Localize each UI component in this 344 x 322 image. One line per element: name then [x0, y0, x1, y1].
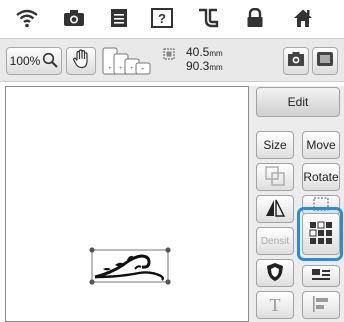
pattern-height-value: 90.3: [186, 59, 210, 73]
align-button[interactable]: [302, 291, 340, 319]
svg-text:?: ?: [158, 11, 166, 26]
rotate-button[interactable]: Rotate: [302, 163, 340, 191]
pattern-size-icon: [162, 47, 176, 66]
pattern-width-value: 40.5: [186, 45, 210, 59]
pattern-size-readout: 40.5mm 90.3mm: [186, 46, 246, 74]
density-button[interactable]: Densit: [256, 227, 294, 255]
text-button[interactable]: T: [256, 291, 294, 319]
svg-text:+: +: [141, 67, 145, 73]
move-label: Move: [306, 138, 336, 152]
height-unit: mm: [209, 63, 223, 72]
group-button[interactable]: [256, 163, 294, 191]
home-icon[interactable]: [291, 6, 315, 30]
document-icon[interactable]: [107, 6, 131, 30]
camera-icon[interactable]: [62, 6, 86, 30]
shield-icon: [265, 262, 285, 285]
edit-button[interactable]: Edit: [256, 87, 340, 117]
svg-text:+: +: [130, 66, 134, 72]
help-icon[interactable]: ?: [150, 6, 174, 30]
svg-text:+: +: [108, 66, 112, 72]
embroidery-canvas[interactable]: [5, 86, 249, 322]
zoom-button[interactable]: 100%: [6, 47, 62, 75]
zoom-level: 100%: [9, 54, 41, 68]
rotate-label: Rotate: [303, 170, 339, 184]
pan-button[interactable]: [66, 47, 96, 75]
camera-view-button[interactable]: [283, 47, 309, 75]
camera-icon: [287, 51, 305, 72]
thread-button[interactable]: [302, 265, 340, 287]
mirror-button[interactable]: [256, 195, 294, 223]
frame-view-button[interactable]: [312, 47, 338, 75]
toolbar: 100% + + + + 40.5mm 90.3mm: [0, 38, 344, 82]
size-button[interactable]: Size: [256, 131, 294, 159]
group-icon: [265, 165, 285, 189]
wifi-icon[interactable]: [15, 6, 39, 30]
embroidery-icon[interactable]: [196, 6, 220, 30]
hand-icon: [72, 48, 90, 74]
mirror-icon: [264, 198, 286, 221]
embroidery-frame-icon: [316, 51, 334, 72]
move-button[interactable]: Move: [302, 131, 340, 159]
width-unit: mm: [209, 49, 223, 58]
pattern-layout-display[interactable]: + + + +: [102, 45, 154, 77]
svg-text:+: +: [119, 66, 123, 72]
thread-list-icon: [311, 268, 331, 285]
embroidery-pattern[interactable]: [89, 247, 171, 287]
align-icon: [311, 295, 331, 316]
text-edit-label: T: [269, 294, 281, 315]
magnifier-icon: [42, 52, 59, 71]
status-bar: ?: [0, 0, 344, 36]
lock-icon[interactable]: [243, 6, 267, 30]
size-label: Size: [263, 138, 287, 152]
array-button-highlight: [297, 207, 343, 261]
density-label: Densit: [260, 235, 290, 247]
edit-label: Edit: [287, 95, 309, 109]
applique-button[interactable]: [256, 259, 294, 287]
